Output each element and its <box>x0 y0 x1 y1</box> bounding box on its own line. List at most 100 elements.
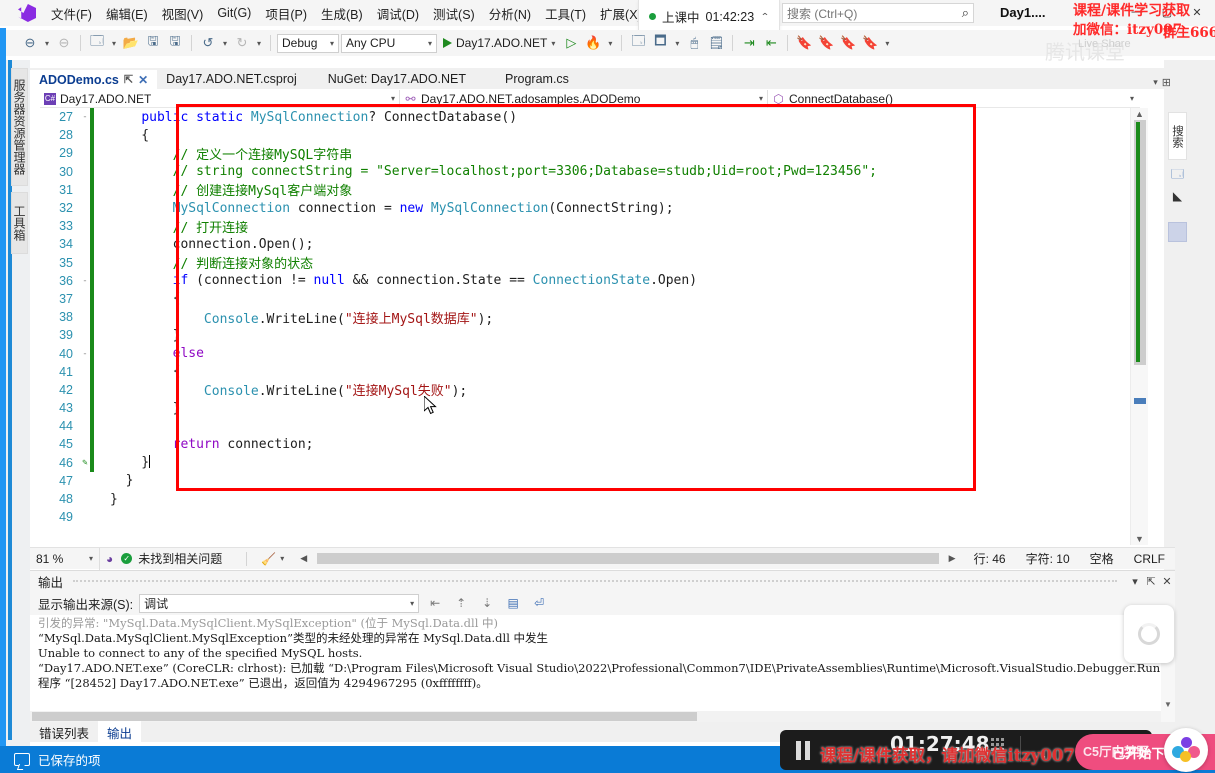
code-line[interactable]: 44 <box>40 417 1140 436</box>
pause-button[interactable] <box>796 740 810 760</box>
clear-all-icon[interactable]: ▤ <box>503 594 523 612</box>
scroll-down-icon[interactable]: ▼ <box>1164 700 1172 709</box>
menu-debug[interactable]: 调试(D) <box>370 1 426 26</box>
brand-logo[interactable] <box>1164 728 1208 772</box>
code-line[interactable]: 33 // 打开连接 <box>40 217 1140 236</box>
menu-test[interactable]: 测试(S) <box>426 1 482 26</box>
code-line[interactable]: 35 // 判断连接对象的状态 <box>40 253 1140 272</box>
clear-down-icon[interactable]: ⇣ <box>477 594 497 612</box>
sidebar-item-server-explorer[interactable]: 服务器资源管理器 <box>11 68 28 186</box>
code-line[interactable]: 48} <box>40 490 1140 508</box>
intellicode-icon[interactable]: ◕ <box>106 552 113 566</box>
floating-recorder-widget[interactable] <box>1124 605 1174 663</box>
redo-dropdown-icon[interactable]: ▾ <box>254 39 264 48</box>
compare-icon[interactable]: 🗒 <box>706 33 726 53</box>
code-line[interactable]: 36- if (connection != null && connection… <box>40 271 1140 290</box>
indent-decrease-icon[interactable]: ⇤ <box>761 33 781 53</box>
code-line[interactable]: 40- else <box>40 344 1140 363</box>
pending-edit-icon[interactable]: ✎ <box>80 458 90 468</box>
code-line[interactable]: 29 // 定义一个连接MySQL字符串 <box>40 144 1140 163</box>
code-editor[interactable]: 27- public static MySqlConnection? Conne… <box>40 108 1140 545</box>
code-line[interactable]: 41 { <box>40 362 1140 381</box>
toggle-word-wrap-icon[interactable]: ⏎ <box>529 594 549 612</box>
menu-file[interactable]: 文件(F) <box>44 1 99 26</box>
navbar-member-dropdown[interactable]: ⬡ ConnectDatabase() ▾ <box>768 90 1138 108</box>
class-session-indicator[interactable]: 上课中 01:42:23 ⌃ <box>638 0 781 34</box>
indent-increase-icon[interactable]: ⇥ <box>739 33 759 53</box>
code-line[interactable]: 42 Console.WriteLine("连接MySql失败"); <box>40 380 1140 399</box>
tab-overflow-icon[interactable]: ▾ <box>1153 77 1158 88</box>
close-icon[interactable]: ✕ <box>1159 575 1175 588</box>
find-message-icon[interactable]: ⇤ <box>425 594 445 612</box>
undo-dropdown-icon[interactable]: ▾ <box>220 39 230 48</box>
scroll-right-icon[interactable]: ▶ <box>949 553 956 564</box>
tab-adodemo-cs[interactable]: ADODemo.cs ⇱ ✕ <box>30 68 158 89</box>
outlining-toggle-icon[interactable]: - <box>80 276 90 286</box>
code-line[interactable]: 49 <box>40 508 1140 526</box>
editor-vertical-scrollbar[interactable]: ▲ ▼ <box>1130 108 1148 545</box>
next-bookmark-icon[interactable]: 🔖 <box>838 33 858 53</box>
output-horizontal-scrollbar[interactable] <box>30 711 1161 722</box>
chevron-up-icon[interactable]: ⌃ <box>760 11 769 22</box>
tab-error-list[interactable]: 错误列表 <box>30 721 98 744</box>
editor-horizontal-scrollbar[interactable] <box>317 553 939 564</box>
menu-build[interactable]: 生成(B) <box>314 1 370 26</box>
start-debug-button[interactable]: Day17.ADO.NET ▾ <box>439 36 559 50</box>
undo-icon[interactable]: ↺ <box>198 33 218 53</box>
scroll-up-icon[interactable]: ▲ <box>1135 109 1144 119</box>
menu-git[interactable]: Git(G) <box>210 3 258 23</box>
chevron-down-icon[interactable]: ▾ <box>280 554 284 563</box>
chevron-down-icon[interactable]: ▾ <box>1127 575 1143 588</box>
navbar-project-dropdown[interactable]: C# Day17.ADO.NET ▾ <box>40 89 400 108</box>
clear-up-icon[interactable]: ⇡ <box>451 594 471 612</box>
code-line[interactable]: 28 { <box>40 126 1140 145</box>
scroll-left-icon[interactable]: ◀ <box>300 553 307 564</box>
save-icon[interactable]: 🖫 <box>143 33 163 53</box>
bookmark-icon[interactable]: 🔖 <box>794 33 814 53</box>
code-line[interactable]: 47 } <box>40 472 1140 490</box>
navigate-forward-icon[interactable]: ⊖ <box>54 33 74 53</box>
right-dock-search[interactable]: 搜索 <box>1168 112 1187 160</box>
hot-reload-icon[interactable]: 🔥 <box>583 33 603 53</box>
close-icon[interactable]: ✕ <box>138 73 148 87</box>
pointer-icon[interactable]: 🖱 <box>684 33 704 53</box>
navbar-type-dropdown[interactable]: ⚯ Day17.ADO.NET.adosamples.ADODemo ▾ <box>400 89 768 108</box>
tab-program-cs[interactable]: Program.cs <box>475 68 578 89</box>
menu-view[interactable]: 视图(V) <box>155 1 211 26</box>
previous-bookmark-icon[interactable]: 🔖 <box>816 33 836 53</box>
menu-tools[interactable]: 工具(T) <box>538 1 593 26</box>
back-dropdown-icon[interactable]: ▾ <box>42 39 52 48</box>
right-dock-active-slot[interactable] <box>1168 222 1187 242</box>
solution-explorer-icon[interactable]: 🗔 <box>1168 166 1187 185</box>
navigate-back-icon[interactable]: ⊖ <box>20 33 40 53</box>
menu-project[interactable]: 项目(P) <box>258 1 314 26</box>
hot-reload-dropdown-icon[interactable]: ▾ <box>605 39 615 48</box>
menu-analyze[interactable]: 分析(N) <box>482 1 538 26</box>
code-line[interactable]: 37 { <box>40 289 1140 309</box>
menu-edit[interactable]: 编辑(E) <box>99 1 155 26</box>
save-all-icon[interactable]: 🖫 <box>165 33 185 53</box>
outlining-toggle-icon[interactable]: - <box>80 112 90 122</box>
platform-combo[interactable]: Any CPU ▾ <box>341 33 437 53</box>
code-line[interactable]: 43 } <box>40 399 1140 418</box>
code-line[interactable]: 39 } <box>40 326 1140 345</box>
code-line[interactable]: 30 // string connectString = "Server=loc… <box>40 162 1140 181</box>
code-line[interactable]: 46 ✎ } <box>40 453 1140 472</box>
code-line[interactable]: 31 // 创建连接MySql客户端对象 <box>40 180 1140 199</box>
tab-output[interactable]: 输出 <box>98 720 142 744</box>
select-element-icon[interactable]: 🗖 <box>650 33 670 53</box>
output-source-combo[interactable]: 调试 ▾ <box>139 593 420 613</box>
clear-bookmarks-icon[interactable]: 🔖 <box>860 33 880 53</box>
tab-nuget[interactable]: NuGet: Day17.ADO.NET <box>305 68 476 89</box>
tab-csproj[interactable]: Day17.ADO.NET.csproj <box>157 68 306 89</box>
start-without-debugging-icon[interactable]: ▷ <box>561 33 581 53</box>
configuration-combo[interactable]: Debug ▾ <box>277 33 339 53</box>
code-line[interactable]: 38 Console.WriteLine("连接上MySql数据库"); <box>40 308 1140 327</box>
code-line[interactable]: 27- public static MySqlConnection? Conne… <box>40 108 1140 127</box>
properties-icon[interactable]: ◣ <box>1168 186 1187 205</box>
pin-icon[interactable]: ⇱ <box>124 73 133 86</box>
new-project-icon[interactable]: 🗔 <box>87 33 107 53</box>
code-line[interactable]: 34 connection.Open(); <box>40 235 1140 254</box>
redo-icon[interactable]: ↻ <box>232 33 252 53</box>
zoom-level-combo[interactable]: 81 % ▾ <box>30 547 100 570</box>
